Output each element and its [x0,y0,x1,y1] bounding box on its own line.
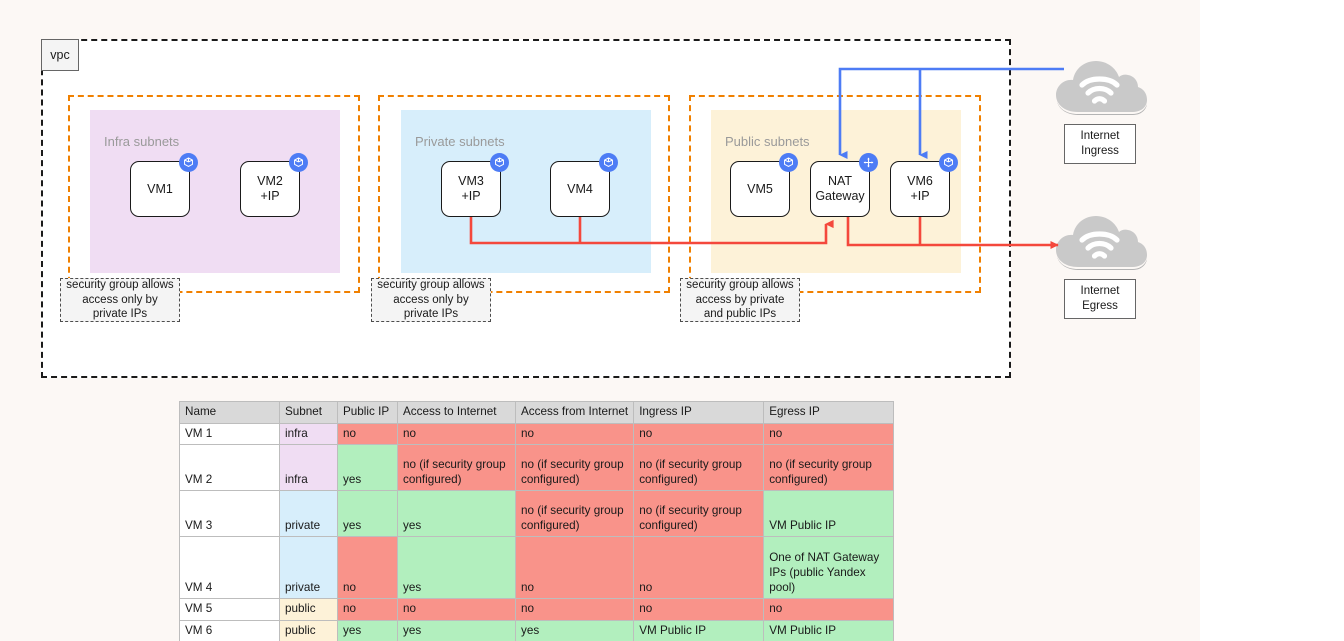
node-vm6-line2: +IP [910,189,930,203]
cell-subnet: public [279,598,338,621]
cell-ingress-ip: VM Public IP [633,619,765,641]
node-vm6-line1: VM6 [907,174,933,189]
cell-ingress-ip: no (if security group configured) [633,444,765,492]
cell-egress-ip: no (if security group configured) [763,444,895,492]
connector-layer [469,67,1064,250]
vm-connectivity-table-wrapper: Name Subnet Public IP Access to Internet… [179,401,895,641]
cell-name: VM 4 [179,536,280,600]
cell-access-from: no (if security group configured) [514,490,635,538]
table-body: VM 1 infra no no no no no VM 2 infra yes no (if se… [179,422,895,641]
vm-cube-icon [179,153,198,172]
security-group-note-public: security group allows access by private … [680,278,800,322]
th-public-ip: Public IP [337,401,398,424]
th-access-from: Access from Internet [514,401,635,424]
cell-subnet: private [279,490,338,538]
ingress-link-nat [838,67,1064,160]
th-access-to: Access to Internet [397,401,516,424]
cell-name: VM 5 [179,598,280,621]
vm-cube-icon [599,153,618,172]
cell-egress-ip: no [763,422,895,446]
cell-public-ip: no [337,422,398,446]
node-vm5[interactable]: VM5 [730,153,798,217]
security-group-note-infra: security group allows access only by pri… [60,278,180,322]
vm-cube-icon [289,153,308,172]
node-vm4[interactable]: VM4 [550,153,618,217]
cell-subnet: private [279,536,338,600]
cell-public-ip: yes [337,490,398,538]
node-vm5-line1: VM5 [747,181,773,196]
node-vm2-line1: VM2 [257,174,283,189]
table-row: VM 5 public no no no no no [179,598,895,621]
vm-cube-icon [779,153,798,172]
table-row: VM 4 private no yes no no One of NAT Gateway I… [179,536,895,600]
cell-access-from: yes [514,619,635,641]
cell-egress-ip: One of NAT Gateway IPs (public Yandex po… [763,536,895,600]
node-vm4-line1: VM4 [567,181,593,196]
cell-access-to: no (if security group configured) [397,444,516,492]
security-group-note-private: security group allows access only by pri… [371,278,491,322]
cell-public-ip: yes [337,444,398,492]
node-vm3-line2: +IP [461,189,481,203]
table-row: VM 2 infra yes no (if security group config… [179,444,895,492]
table-row: VM 6 public yes yes yes VM Public IP VM Public… [179,619,895,641]
cell-subnet: infra [279,422,338,446]
cell-access-from: no [514,422,635,446]
node-vm3[interactable]: VM3 +IP [441,153,509,217]
node-vm2-line2: +IP [260,189,280,203]
cell-ingress-ip: no [633,422,765,446]
node-vm1-line1: VM1 [147,181,173,196]
cell-subnet: public [279,619,338,641]
security-group-note-public-text: security group allows access by private … [686,278,794,321]
th-ingress-ip: Ingress IP [633,401,765,424]
cell-access-to: yes [397,490,516,538]
table-row: VM 3 private yes yes no (if security group c… [179,490,895,538]
cell-access-to: yes [397,619,516,641]
cell-public-ip: no [337,598,398,621]
node-vm3-line1: VM3 [458,174,484,189]
cell-access-from: no [514,536,635,600]
th-subnet: Subnet [279,401,338,424]
cell-public-ip: no [337,536,398,600]
cell-ingress-ip: no [633,536,765,600]
cell-egress-ip: no [763,598,895,621]
cell-egress-ip: VM Public IP [763,490,895,538]
security-group-note-private-text: security group allows access only by pri… [377,278,485,321]
cell-name: VM 2 [179,444,280,492]
cell-name: VM 1 [179,422,280,446]
cell-access-to: yes [397,536,516,600]
th-name: Name [179,401,280,424]
node-vm6[interactable]: VM6 +IP [890,153,958,217]
node-vm1[interactable]: VM1 [130,153,198,217]
node-nat-line2: Gateway [815,189,865,203]
node-vm2[interactable]: VM2 +IP [240,153,308,217]
egress-link-private-to-nat [469,217,834,245]
vm-cube-icon [939,153,958,172]
cell-access-to: no [397,422,516,446]
security-group-note-infra-text: security group allows access only by pri… [66,278,174,321]
table-row: VM 1 infra no no no no no [179,422,895,446]
cell-subnet: infra [279,444,338,492]
diagram-canvas: vpc Infra subnets Private subnets Public… [0,0,1344,641]
cell-access-from: no (if security group configured) [514,444,635,492]
node-nat-line1: NAT [827,174,853,189]
vm-cube-icon [490,153,509,172]
cell-access-from: no [514,598,635,621]
cell-access-to: no [397,598,516,621]
nat-gateway-icon [859,153,878,172]
cell-name: VM 6 [179,619,280,641]
vm-connectivity-table: Name Subnet Public IP Access to Internet… [179,401,895,641]
cell-name: VM 3 [179,490,280,538]
cell-ingress-ip: no [633,598,765,621]
egress-link-to-internet [846,217,1059,250]
node-nat-gateway[interactable]: NAT Gateway [810,153,878,217]
cell-egress-ip: VM Public IP [763,619,895,641]
table-header-row: Name Subnet Public IP Access to Internet… [179,401,895,424]
th-egress-ip: Egress IP [763,401,895,424]
cell-ingress-ip: no (if security group configured) [633,490,765,538]
cell-public-ip: yes [337,619,398,641]
